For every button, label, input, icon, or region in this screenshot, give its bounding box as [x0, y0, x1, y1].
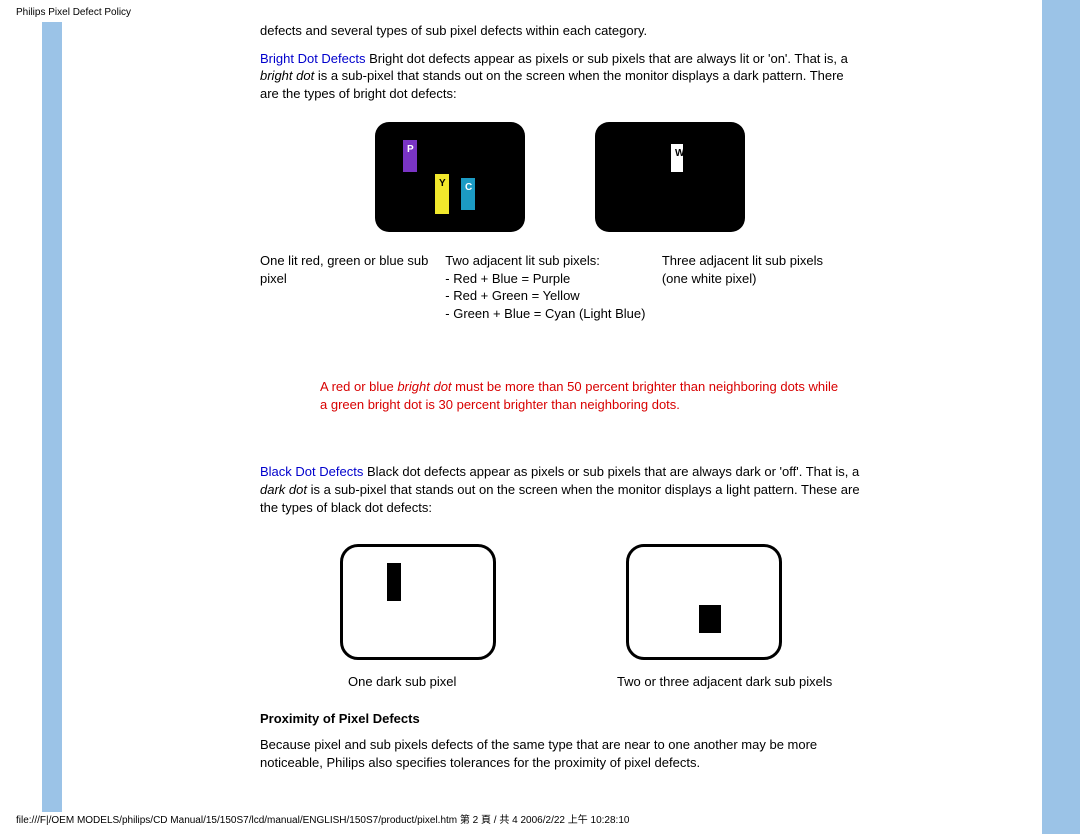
- subpixel-cyan: C: [461, 178, 475, 210]
- bright-text-a: Bright dot defects appear as pixels or s…: [366, 51, 848, 66]
- dark-figure-row: [340, 544, 860, 660]
- subpixel-purple: P: [403, 140, 417, 172]
- dark-caption-2: Two or three adjacent dark sub pixels: [617, 674, 860, 689]
- dark-monitor-2: [626, 544, 782, 660]
- red-term: bright dot: [397, 379, 451, 394]
- black-term: dark dot: [260, 482, 307, 497]
- letter-y: Y: [439, 178, 446, 189]
- bright-monitor-1: P Y C: [375, 122, 525, 232]
- subpixel-yellow: Y: [435, 174, 449, 214]
- dark-caption-1: One dark sub pixel: [348, 674, 507, 689]
- red-note: A red or blue bright dot must be more th…: [320, 378, 840, 413]
- cap2-l3: - Red + Green = Yellow: [445, 287, 648, 305]
- subpixel-white: W: [671, 144, 683, 172]
- bright-figure-row: P Y C W: [260, 122, 860, 232]
- black-label: Black Dot Defects: [260, 464, 363, 479]
- header-title: Philips Pixel Defect Policy: [16, 7, 131, 18]
- intro-tail: defects and several types of sub pixel d…: [260, 22, 860, 40]
- cap2-l4: - Green + Blue = Cyan (Light Blue): [445, 305, 648, 323]
- black-text-b: is a sub-pixel that stands out on the sc…: [260, 482, 860, 515]
- black-text-a: Black dot defects appear as pixels or su…: [363, 464, 859, 479]
- dark-subpixel-1: [387, 563, 401, 601]
- cap2-l1: Two adjacent lit sub pixels:: [445, 252, 648, 270]
- dark-caption-row: One dark sub pixel Two or three adjacent…: [348, 674, 860, 689]
- page-footer: file:///F|/OEM MODELS/philips/CD Manual/…: [16, 811, 629, 826]
- dark-monitor-1: [340, 544, 496, 660]
- cap3-l1: Three adjacent lit sub pixels: [662, 252, 846, 270]
- bright-caption-3: Three adjacent lit sub pixels (one white…: [662, 252, 860, 322]
- bright-paragraph: Bright Dot Defects Bright dot defects ap…: [260, 50, 860, 103]
- letter-c: C: [465, 182, 472, 193]
- bright-text-b: is a sub-pixel that stands out on the sc…: [260, 68, 844, 101]
- dark-subpixel-2: [699, 605, 721, 633]
- content: defects and several types of sub pixel d…: [260, 22, 860, 781]
- cap2-l2: - Red + Blue = Purple: [445, 270, 648, 288]
- bright-monitor-2: W: [595, 122, 745, 232]
- bright-label: Bright Dot Defects: [260, 51, 366, 66]
- left-rail: [42, 22, 62, 812]
- black-paragraph: Black Dot Defects Black dot defects appe…: [260, 463, 860, 516]
- red-a: A red or blue: [320, 379, 397, 394]
- letter-p: P: [407, 144, 414, 155]
- letter-w: W: [675, 148, 684, 159]
- cap3-l2: (one white pixel): [662, 270, 846, 288]
- right-rail: [1042, 0, 1080, 834]
- bright-caption-2: Two adjacent lit sub pixels: - Red + Blu…: [445, 252, 662, 322]
- bright-caption-1: One lit red, green or blue sub pixel: [260, 252, 445, 322]
- proximity-text: Because pixel and sub pixels defects of …: [260, 736, 860, 771]
- bright-caption-row: One lit red, green or blue sub pixel Two…: [260, 252, 860, 322]
- bright-term: bright dot: [260, 68, 314, 83]
- proximity-title: Proximity of Pixel Defects: [260, 711, 860, 726]
